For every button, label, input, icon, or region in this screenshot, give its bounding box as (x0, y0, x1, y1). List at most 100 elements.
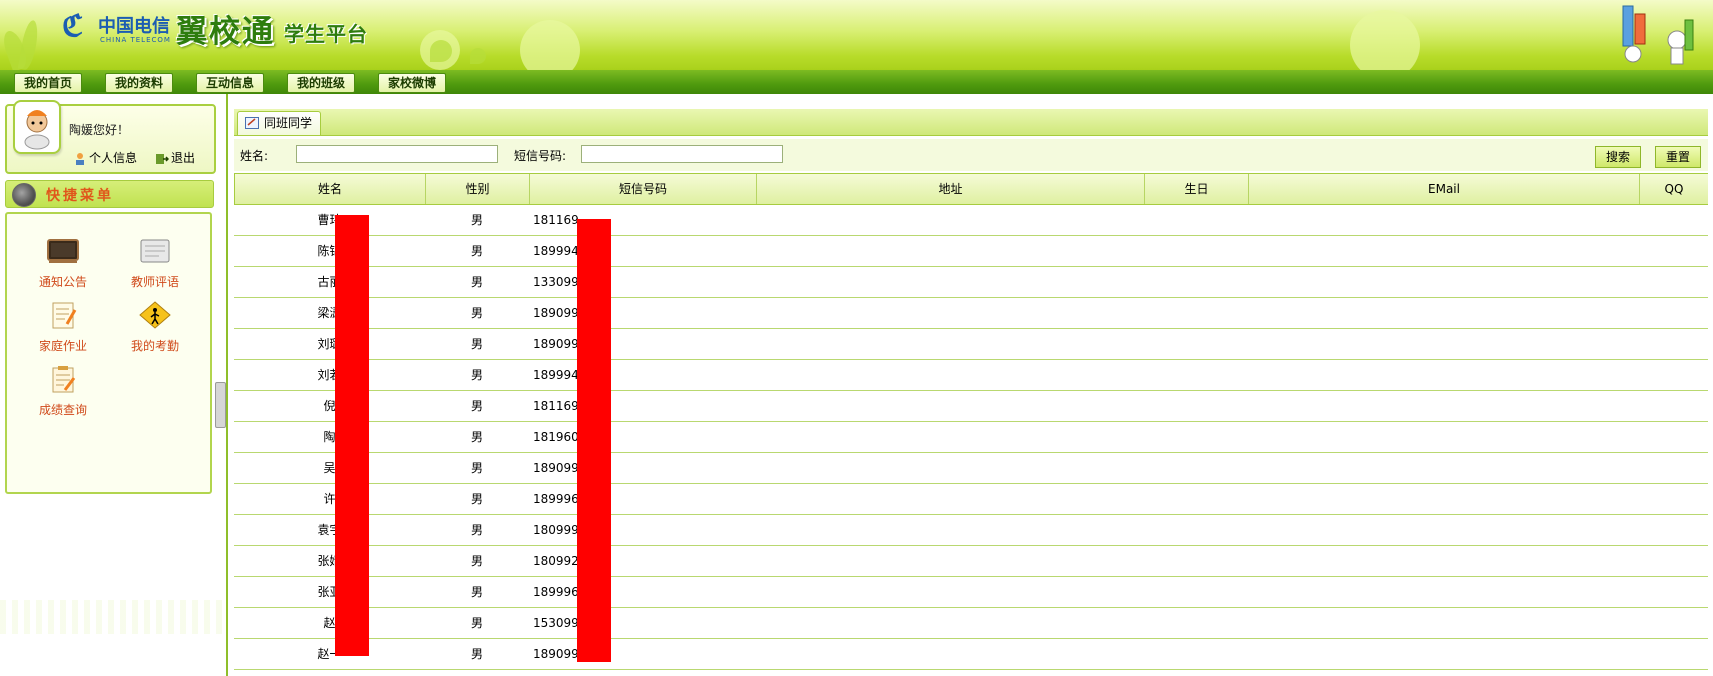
cell-phone: 189996 (533, 492, 579, 506)
quick-item-homework[interactable]: 家庭作业 (23, 300, 103, 354)
cell-address (756, 267, 1144, 297)
table-row[interactable]: 袁宇 男 180999 (234, 515, 1708, 546)
table-row[interactable]: 倪 男 181169 (234, 391, 1708, 422)
product-name: 翼校通 (176, 14, 275, 50)
logout-link-label: 退出 (171, 151, 196, 165)
tab-classmates[interactable]: 同班同学 (237, 111, 322, 135)
cell-gender: 男 (470, 368, 483, 382)
cell-qq (1639, 391, 1708, 421)
table-row[interactable]: 陈锦 男 189994 (234, 236, 1708, 267)
name-search-input[interactable] (296, 145, 498, 163)
reset-button[interactable]: 重置 (1655, 146, 1701, 168)
cell-qq (1639, 577, 1708, 607)
table-row[interactable]: 梁潇 男 189099 (234, 298, 1708, 329)
cell-gender: 男 (470, 244, 483, 258)
quick-item-attendance[interactable]: 我的考勤 (115, 300, 195, 354)
grades-icon (52, 366, 76, 393)
cell-gender: 男 (470, 585, 483, 599)
profile-link[interactable]: 个人信息 (73, 149, 137, 166)
cell-name: 许 (323, 492, 336, 506)
table-row[interactable]: 赵一 男 189099 (234, 639, 1708, 670)
table-row[interactable]: 古丽 男 133099 (234, 267, 1708, 298)
column-header-email[interactable]: EMail (1248, 174, 1639, 204)
cell-gender: 男 (470, 213, 483, 227)
edit-icon (245, 117, 259, 129)
table-row[interactable]: 张婧 男 180992 (234, 546, 1708, 577)
quick-item-grades[interactable]: 成绩查询 (23, 364, 103, 418)
cell-phone: 181169 (533, 399, 579, 413)
column-header-gender[interactable]: 性别 (425, 174, 529, 204)
cell-phone: 189099 (533, 461, 579, 475)
nav-home[interactable]: 我的首页 (14, 73, 82, 93)
phone-search-input[interactable] (581, 145, 783, 163)
column-header-name[interactable]: 姓名 (234, 174, 425, 204)
cell-address (756, 360, 1144, 390)
cell-gender: 男 (470, 430, 483, 444)
cell-phone: 189099 (533, 306, 579, 320)
nav-my-class[interactable]: 我的班级 (287, 73, 355, 93)
column-header-address[interactable]: 地址 (756, 174, 1144, 204)
cell-qq (1639, 360, 1708, 390)
quick-item-teacher-comments[interactable]: 教师评语 (115, 236, 195, 290)
table-row[interactable]: 赵 男 153099 (234, 608, 1708, 639)
column-header-phone[interactable]: 短信号码 (529, 174, 756, 204)
cell-email (1248, 639, 1639, 669)
cell-address (756, 639, 1144, 669)
profile-link-label: 个人信息 (89, 151, 138, 165)
cell-address (756, 484, 1144, 514)
greeting-text: 陶媛您好！ (69, 123, 130, 137)
sidebar-collapse-handle[interactable] (215, 382, 226, 428)
nav-my-profile[interactable]: 我的资料 (105, 73, 173, 93)
table-row[interactable]: 曹玮 男 181169 (234, 205, 1708, 236)
cell-name: 古丽 (317, 275, 342, 289)
table-row[interactable]: 张亚 男 189996 (234, 577, 1708, 608)
banner-decoration (520, 20, 580, 70)
name-label: 姓名: (240, 149, 269, 163)
cell-name: 刘璐 (317, 337, 342, 351)
avatar (13, 100, 61, 154)
column-header-birthday[interactable]: 生日 (1144, 174, 1248, 204)
cell-qq (1639, 484, 1708, 514)
cell-email (1248, 546, 1639, 576)
cell-address (756, 422, 1144, 452)
main-nav: 我的首页 我的资料 互动信息 我的班级 家校微博 (0, 70, 1713, 94)
cell-phone: 189994 (533, 368, 579, 382)
cell-birthday (1144, 453, 1248, 483)
cell-qq (1639, 329, 1708, 359)
clover-decoration (470, 48, 486, 64)
cell-birthday (1144, 298, 1248, 328)
quick-menu-panel: 通知公告 教师评语 家庭作业 我的考勤 成绩查询 (5, 212, 212, 494)
logout-link[interactable]: 退出 (155, 149, 195, 166)
quick-item-notices[interactable]: 通知公告 (23, 236, 103, 290)
quick-menu-header: 快捷菜单 (5, 180, 214, 208)
cell-name: 梁潇 (317, 306, 342, 320)
table-row[interactable]: 刘若 男 189994 (234, 360, 1708, 391)
column-header-qq[interactable]: QQ (1639, 174, 1708, 204)
main-content: 同班同学 姓名: 短信号码: 搜索 重置 姓名 性别 短信号码 地址 生日 EM… (229, 94, 1713, 676)
cell-phone: 189996 (533, 585, 579, 599)
nav-home-school-weibo[interactable]: 家校微博 (378, 73, 446, 93)
cell-address (756, 391, 1144, 421)
cell-name: 赵 (323, 616, 336, 630)
cell-address (756, 236, 1144, 266)
table-row[interactable]: 陶 男 181960 (234, 422, 1708, 453)
table-row[interactable]: 吴 男 189099 (234, 453, 1708, 484)
cell-email (1248, 205, 1639, 235)
cell-gender: 男 (470, 492, 483, 506)
cell-name: 张亚 (317, 585, 342, 599)
cell-gender: 男 (470, 554, 483, 568)
cell-gender: 男 (470, 616, 483, 630)
cell-email (1248, 360, 1639, 390)
search-button[interactable]: 搜索 (1595, 146, 1641, 168)
cell-email (1248, 515, 1639, 545)
cell-email (1248, 608, 1639, 638)
table-row[interactable]: 许 男 189996 (234, 484, 1708, 515)
table-row[interactable]: 刘璐 男 189099 (234, 329, 1708, 360)
nav-interactive-info[interactable]: 互动信息 (196, 73, 264, 93)
cell-phone: 181960 (533, 430, 579, 444)
cell-email (1248, 236, 1639, 266)
grass-decoration (17, 19, 41, 70)
cell-address (756, 546, 1144, 576)
cell-birthday (1144, 608, 1248, 638)
cell-email (1248, 484, 1639, 514)
